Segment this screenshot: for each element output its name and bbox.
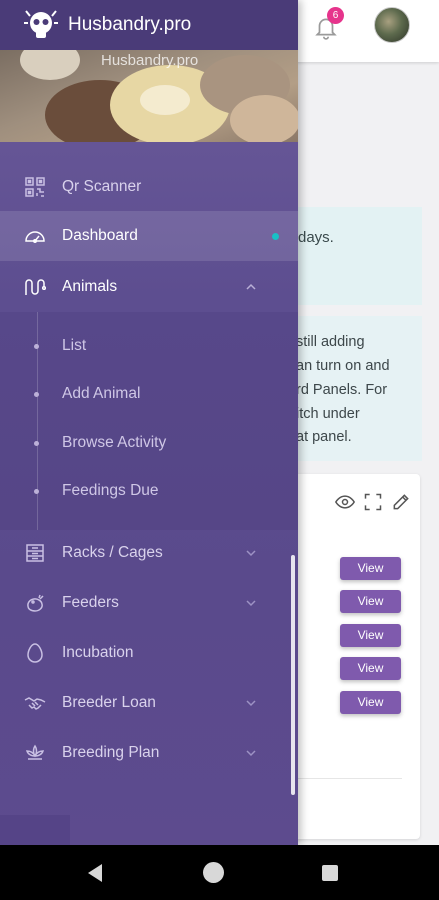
nav-label: Breeder Loan — [62, 694, 156, 711]
photo-detail — [140, 85, 190, 115]
nav-label: Breeding Plan — [62, 744, 160, 761]
drawer-footer — [0, 815, 70, 845]
feeder-icon — [24, 592, 46, 614]
profile-cover-image: Husbandry.pro — [0, 50, 298, 142]
system-navigation-bar — [0, 845, 439, 900]
back-icon[interactable] — [88, 864, 102, 882]
view-button[interactable]: View — [340, 657, 401, 680]
view-button[interactable]: View — [340, 590, 401, 613]
avatar[interactable] — [374, 7, 410, 43]
photo-detail — [20, 50, 80, 80]
dashboard-gauge-icon — [24, 225, 46, 247]
active-indicator-dot — [272, 232, 279, 240]
chevron-down-icon[interactable] — [245, 697, 257, 709]
chevron-down-icon[interactable] — [245, 547, 257, 559]
chevron-down-icon[interactable] — [245, 597, 257, 609]
drawer-header: Husbandry.pro — [0, 0, 298, 50]
nav-label: Incubation — [62, 644, 134, 661]
chevron-down-icon[interactable] — [245, 747, 257, 759]
notification-badge: 6 — [327, 7, 344, 24]
nav-item-breeding-plan[interactable]: Breeding Plan — [0, 728, 298, 778]
notice-line: rd Panels. For — [296, 382, 388, 398]
nav-item-incubation[interactable]: Incubation — [0, 628, 298, 678]
card-actions — [335, 492, 411, 512]
nav-label: Animals — [62, 278, 118, 295]
nav-label: Racks / Cages — [62, 544, 163, 561]
notice-line: an turn on and — [296, 358, 390, 374]
skull-logo-icon[interactable] — [24, 8, 58, 42]
chevron-up-icon[interactable] — [245, 281, 257, 293]
nav-item-racks-cages[interactable]: Racks / Cages — [0, 528, 298, 578]
nav-sublabel: Feedings Due — [62, 482, 159, 499]
nav-sublabel: Add Animal — [62, 385, 141, 402]
egg-icon — [24, 642, 46, 664]
divider — [286, 778, 402, 779]
bullet-dot — [34, 489, 39, 494]
view-button[interactable]: View — [340, 691, 401, 714]
info-panel-text: days. — [298, 229, 334, 246]
notice-line: itch under — [296, 406, 360, 422]
view-button[interactable]: View — [340, 624, 401, 647]
profile-name: Husbandry.pro — [101, 52, 199, 69]
notice-line: at panel. — [296, 429, 352, 445]
snake-icon — [24, 276, 47, 298]
nav-subitem-add-animal[interactable]: Add Animal — [0, 371, 298, 419]
handshake-icon — [24, 692, 46, 714]
nav-label: Dashboard — [62, 227, 138, 244]
photo-detail — [230, 95, 298, 142]
nav-item-breeder-loan[interactable]: Breeder Loan — [0, 678, 298, 728]
recent-apps-icon[interactable] — [322, 865, 338, 881]
nav-item-feeders[interactable]: Feeders — [0, 578, 298, 628]
nav-subitem-list[interactable]: List — [0, 323, 298, 371]
qr-code-icon — [24, 176, 46, 198]
nav-item-animals[interactable]: Animals — [0, 262, 298, 312]
home-icon[interactable] — [203, 862, 224, 883]
lotus-icon — [24, 742, 46, 764]
nav-subitem-feedings-due[interactable]: Feedings Due — [0, 468, 298, 516]
eye-icon[interactable] — [335, 492, 355, 512]
nav-sublabel: List — [62, 337, 87, 354]
edit-icon[interactable] — [391, 492, 411, 512]
brand-name[interactable]: Husbandry.pro — [68, 14, 191, 36]
bullet-dot — [34, 441, 39, 446]
view-button[interactable]: View — [340, 557, 401, 580]
nav-item-qr-scanner[interactable]: Qr Scanner — [0, 162, 298, 212]
nav-sublabel: Browse Activity — [62, 434, 167, 451]
bullet-dot — [34, 344, 39, 349]
nav-label: Qr Scanner — [62, 178, 142, 195]
scrollbar-thumb[interactable] — [291, 555, 295, 795]
nav-label: Feeders — [62, 594, 119, 611]
bullet-dot — [34, 392, 39, 397]
nav-item-dashboard[interactable]: Dashboard — [0, 211, 298, 261]
fullscreen-icon[interactable] — [363, 492, 383, 512]
nav-subitem-browse-activity[interactable]: Browse Activity — [0, 420, 298, 468]
rack-icon — [24, 542, 46, 564]
navigation-drawer: Husbandry.pro Husbandry.pro Qr Scanner D… — [0, 0, 298, 845]
notice-line: still adding — [296, 334, 365, 350]
